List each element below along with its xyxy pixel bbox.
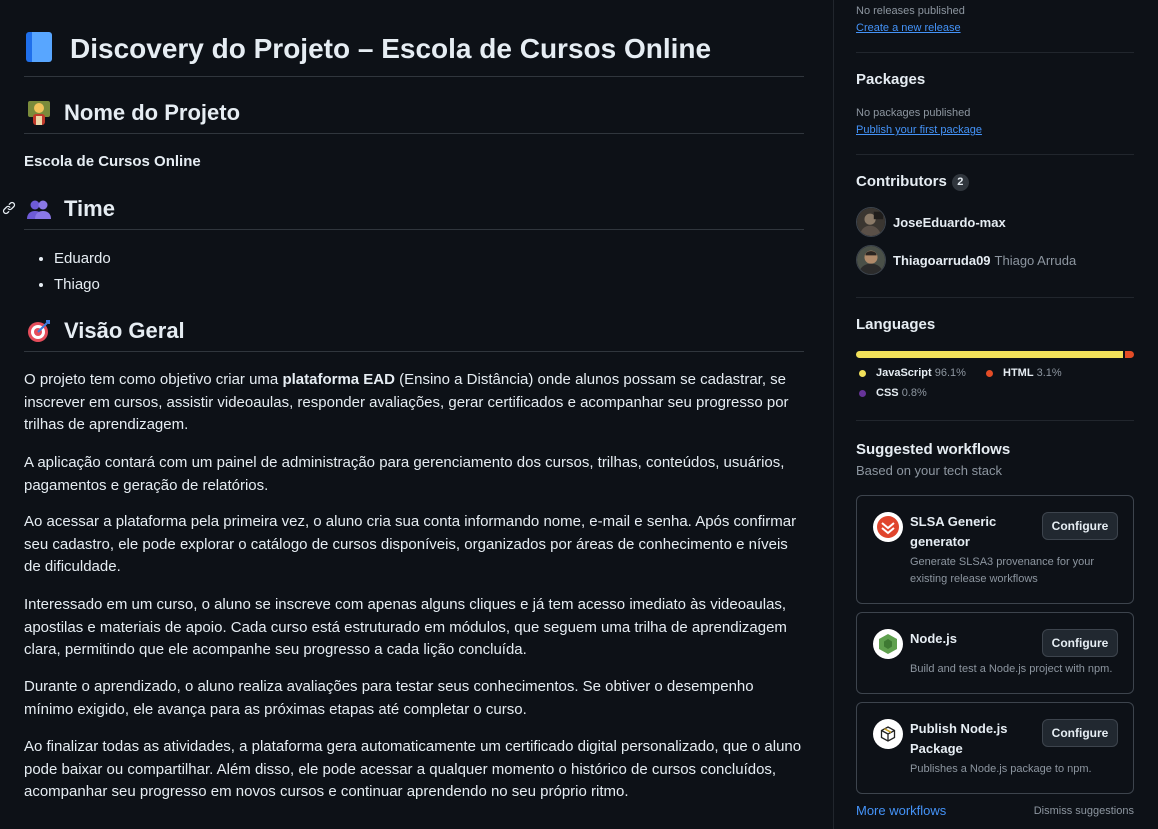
workflow-description: Publishes a Node.js package to npm. — [910, 763, 1092, 775]
paragraph: A aplicação contará com um painel de adm… — [24, 454, 785, 494]
workflows-heading: Suggested workflows — [856, 441, 1011, 458]
avatar[interactable] — [856, 207, 886, 237]
language-percent: 3.1% — [1036, 367, 1062, 379]
package-icon — [873, 719, 903, 749]
avatar[interactable] — [856, 245, 886, 275]
paragraph: Ao acessar a plataforma pela primeira ve… — [24, 513, 797, 575]
list-item: Eduardo — [54, 246, 111, 272]
contributors-heading[interactable]: Contributors 2 — [856, 173, 969, 191]
packages-status: No packages published — [856, 107, 971, 119]
paragraph: O projeto tem como objetivo criar uma pl… — [24, 371, 789, 433]
workflows-subheading: Based on your tech stack — [856, 463, 1002, 478]
dismiss-suggestions-link[interactable]: Dismiss suggestions — [1034, 805, 1134, 817]
css-dot-icon — [859, 389, 866, 397]
more-workflows-link[interactable]: More workflows — [856, 803, 946, 818]
divider — [856, 52, 1134, 53]
readme-panel: Discovery do Projeto – Escola de Cursos … — [0, 0, 833, 829]
paragraph: Ao finalizar todas as atividades, a plat… — [24, 738, 802, 800]
packages-heading[interactable]: Packages — [856, 71, 925, 88]
contributor-item[interactable]: Thiagoarruda09 Thiago Arruda — [856, 245, 1076, 275]
language-percent: 0.8% — [901, 387, 927, 399]
target-icon — [24, 316, 54, 346]
heading-visao-geral: Visão Geral — [24, 316, 804, 352]
contributors-count: 2 — [951, 174, 969, 191]
language-bar-segment — [1125, 351, 1134, 358]
language-item[interactable]: CSS 0.8% — [859, 387, 927, 399]
language-name: CSS — [876, 387, 899, 399]
language-name: HTML — [1003, 367, 1034, 379]
list-item: Thiago — [54, 272, 111, 298]
configure-button[interactable]: Configure — [1042, 719, 1118, 747]
languages-heading: Languages — [856, 316, 936, 333]
languages-bar — [856, 351, 1134, 358]
configure-button[interactable]: Configure — [1042, 512, 1118, 540]
html-dot-icon — [986, 369, 993, 377]
javascript-dot-icon — [859, 369, 866, 377]
contributor-login[interactable]: JoseEduardo-max — [893, 215, 1006, 230]
divider — [856, 154, 1134, 155]
workflow-card: Node.js Build and test a Node.js project… — [856, 612, 1134, 694]
book-icon — [24, 30, 54, 62]
publish-package-link[interactable]: Publish your first package — [856, 122, 982, 139]
contributor-name: Thiago Arruda — [994, 252, 1077, 268]
sidebar-divider — [833, 0, 834, 829]
workflow-title: SLSA Generic generator — [910, 514, 997, 549]
teacher-emoji-icon — [24, 98, 54, 128]
releases-status: No releases published — [856, 5, 965, 17]
people-icon — [24, 194, 54, 224]
language-bar-segment — [856, 351, 1124, 358]
workflow-card: Publish Node.js Package Publishes a Node… — [856, 702, 1134, 794]
create-release-link[interactable]: Create a new release — [856, 20, 961, 37]
nodejs-icon — [873, 629, 903, 659]
language-item[interactable]: HTML 3.1% — [986, 367, 1062, 379]
workflow-card: SLSA Generic generator Generate SLSA3 pr… — [856, 495, 1134, 604]
language-name: JavaScript — [876, 367, 932, 379]
team-list: Eduardo Thiago — [54, 246, 111, 298]
link-icon[interactable] — [2, 201, 16, 215]
workflow-description: Generate SLSA3 provenance for your exist… — [910, 556, 1095, 585]
contributor-login[interactable]: Thiagoarruda09 — [893, 253, 991, 268]
workflow-title: Publish Node.js Package — [910, 721, 1008, 756]
language-percent: 96.1% — [934, 367, 966, 379]
paragraph: Interessado em um curso, o aluno se insc… — [24, 596, 787, 658]
divider — [856, 420, 1134, 421]
project-name-text: Escola de Cursos Online — [24, 153, 201, 170]
readme-title: Discovery do Projeto – Escola de Cursos … — [24, 30, 804, 77]
contributor-item[interactable]: JoseEduardo-max — [856, 207, 1006, 237]
workflow-title: Node.js — [910, 631, 957, 646]
language-item[interactable]: JavaScript 96.1% — [859, 367, 966, 379]
heading-time: Time — [24, 194, 804, 230]
workflow-description: Build and test a Node.js project with np… — [910, 663, 1113, 675]
heading-nome-projeto: Nome do Projeto — [24, 98, 804, 134]
configure-button[interactable]: Configure — [1042, 629, 1118, 657]
divider — [856, 297, 1134, 298]
slsa-icon — [873, 512, 903, 542]
paragraph: Durante o aprendizado, o aluno realiza a… — [24, 678, 754, 718]
